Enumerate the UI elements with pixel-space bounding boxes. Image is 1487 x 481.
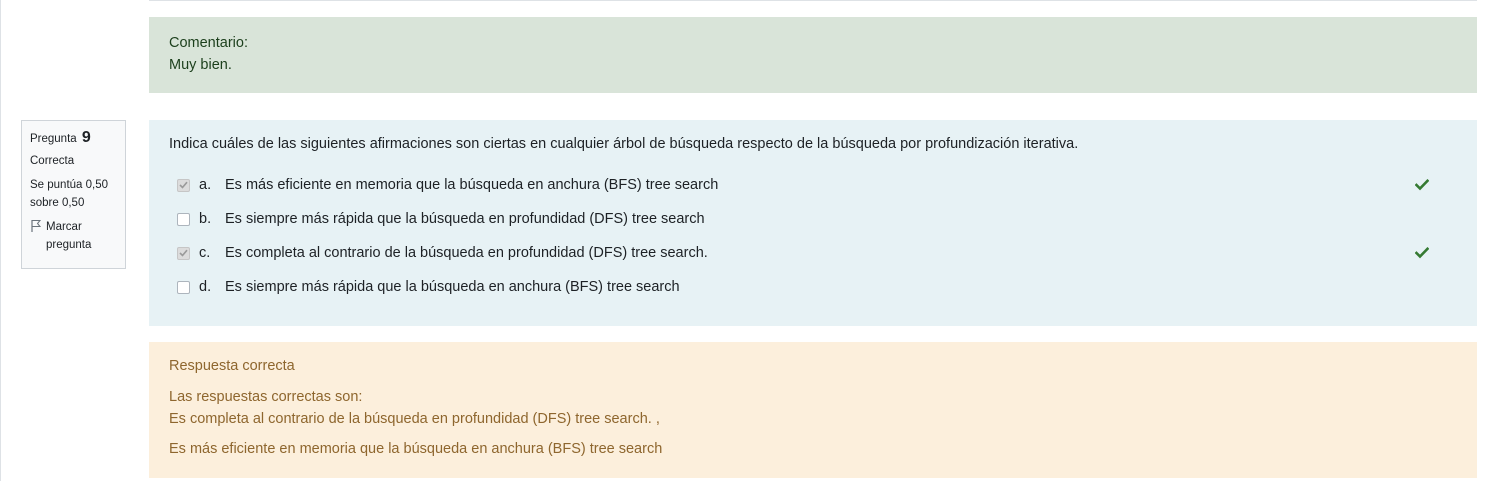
feedback-intro: Las respuestas correctas son: bbox=[169, 389, 363, 405]
flag-label-line-1: Marcar bbox=[46, 221, 82, 233]
question-panel: Indica cuáles de las siguientes afirmaci… bbox=[149, 120, 1477, 326]
answer-checkbox[interactable] bbox=[177, 212, 190, 226]
answer-list: a. Es más eficiente en memoria que la bús… bbox=[169, 168, 1457, 304]
grade-line-2: sobre 0,50 bbox=[30, 197, 85, 209]
feedback-correct-answer-2: Es más eficiente en memoria que la búsqu… bbox=[169, 441, 663, 457]
answer-letter: d. bbox=[199, 279, 212, 295]
comment-label: Comentario: bbox=[169, 35, 248, 51]
question-label: Pregunta bbox=[30, 133, 77, 145]
flag-label[interactable]: Marcar pregunta bbox=[46, 218, 91, 254]
check-icon bbox=[1414, 246, 1430, 259]
question-number: 9 bbox=[81, 129, 91, 146]
flag-label-line-2: pregunta bbox=[46, 239, 92, 251]
answer-option: d. Es siempre más rápida que la búsqueda … bbox=[169, 270, 1457, 304]
answer-letter: b. bbox=[199, 211, 212, 227]
feedback-panel: Respuesta correcta Las respuestas correc… bbox=[149, 342, 1477, 478]
answer-letter: a. bbox=[199, 177, 212, 193]
question-text: Indica cuáles de las siguientes afirmaci… bbox=[169, 136, 1079, 152]
flag-question-link[interactable]: Marcar pregunta bbox=[30, 218, 117, 254]
comment-panel: Comentario: Muy bien. bbox=[149, 17, 1477, 93]
answer-checkbox[interactable] bbox=[177, 246, 190, 260]
feedback-correct-answer-1: Es completa al contrario de la búsqueda … bbox=[169, 411, 660, 427]
answer-letter: c. bbox=[199, 245, 211, 261]
question-number-line: Pregunta 9 bbox=[30, 129, 117, 148]
answer-checkbox[interactable] bbox=[177, 280, 190, 294]
question-grade: Se puntúa 0,50 sobre 0,50 bbox=[30, 176, 117, 212]
answer-text: Es más eficiente en memoria que la búsqu… bbox=[225, 177, 719, 193]
feedback-title: Respuesta correcta bbox=[169, 358, 295, 374]
answer-text: Es siempre más rápida que la búsqueda en… bbox=[225, 211, 705, 227]
answer-option: a. Es más eficiente en memoria que la bús… bbox=[169, 168, 1457, 202]
left-border bbox=[0, 0, 1, 481]
answer-option: b. Es siempre más rápida que la búsqueda … bbox=[169, 202, 1457, 236]
grade-line-1: Se puntúa 0,50 bbox=[30, 179, 109, 191]
question-state: Correcta bbox=[30, 155, 75, 167]
answer-option: c. Es completa al contrario de la búsqued… bbox=[169, 236, 1457, 270]
answer-text: Es completa al contrario de la búsqueda … bbox=[225, 245, 708, 261]
comment-text: Muy bien. bbox=[169, 57, 232, 73]
top-divider bbox=[149, 0, 1477, 1]
check-icon bbox=[1414, 178, 1430, 191]
question-info-panel: Pregunta 9 Correcta Se puntúa 0,50 sobre… bbox=[21, 120, 126, 269]
answer-checkbox[interactable] bbox=[177, 178, 190, 192]
answer-text: Es siempre más rápida que la búsqueda en… bbox=[225, 279, 680, 295]
flag-icon bbox=[30, 219, 42, 233]
